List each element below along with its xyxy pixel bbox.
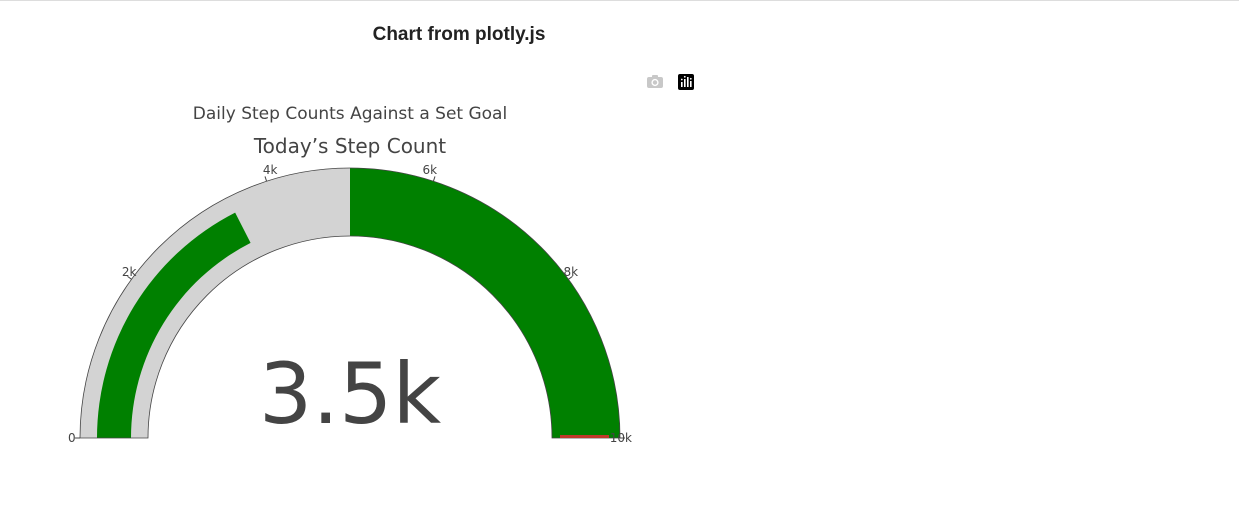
- plotly-logo-icon[interactable]: [675, 71, 697, 93]
- top-border: [0, 0, 1239, 1]
- gauge-tick-label: 0: [68, 431, 76, 445]
- chart-title: Daily Step Counts Against a Set Goal: [193, 104, 507, 124]
- camera-icon[interactable]: [644, 71, 666, 93]
- page-heading: Chart from plotly.js: [372, 24, 546, 45]
- gauge-tick-label: 6k: [423, 163, 438, 177]
- gauge-tick-label: 4k: [263, 163, 278, 177]
- gauge-title: Today’s Step Count: [253, 134, 446, 158]
- gauge-value-number: 3.5k: [259, 345, 442, 443]
- gauge-tick-label: 10k: [610, 431, 632, 445]
- gauge-tick-mark: [432, 176, 436, 182]
- gauge-tick-label: 2k: [122, 265, 137, 279]
- gauge-chart: Daily Step Counts Against a Set Goal Tod…: [68, 104, 632, 445]
- gauge-tick-label: 8k: [564, 265, 579, 279]
- gauge-tick-mark: [264, 176, 268, 182]
- modebar: [642, 71, 702, 93]
